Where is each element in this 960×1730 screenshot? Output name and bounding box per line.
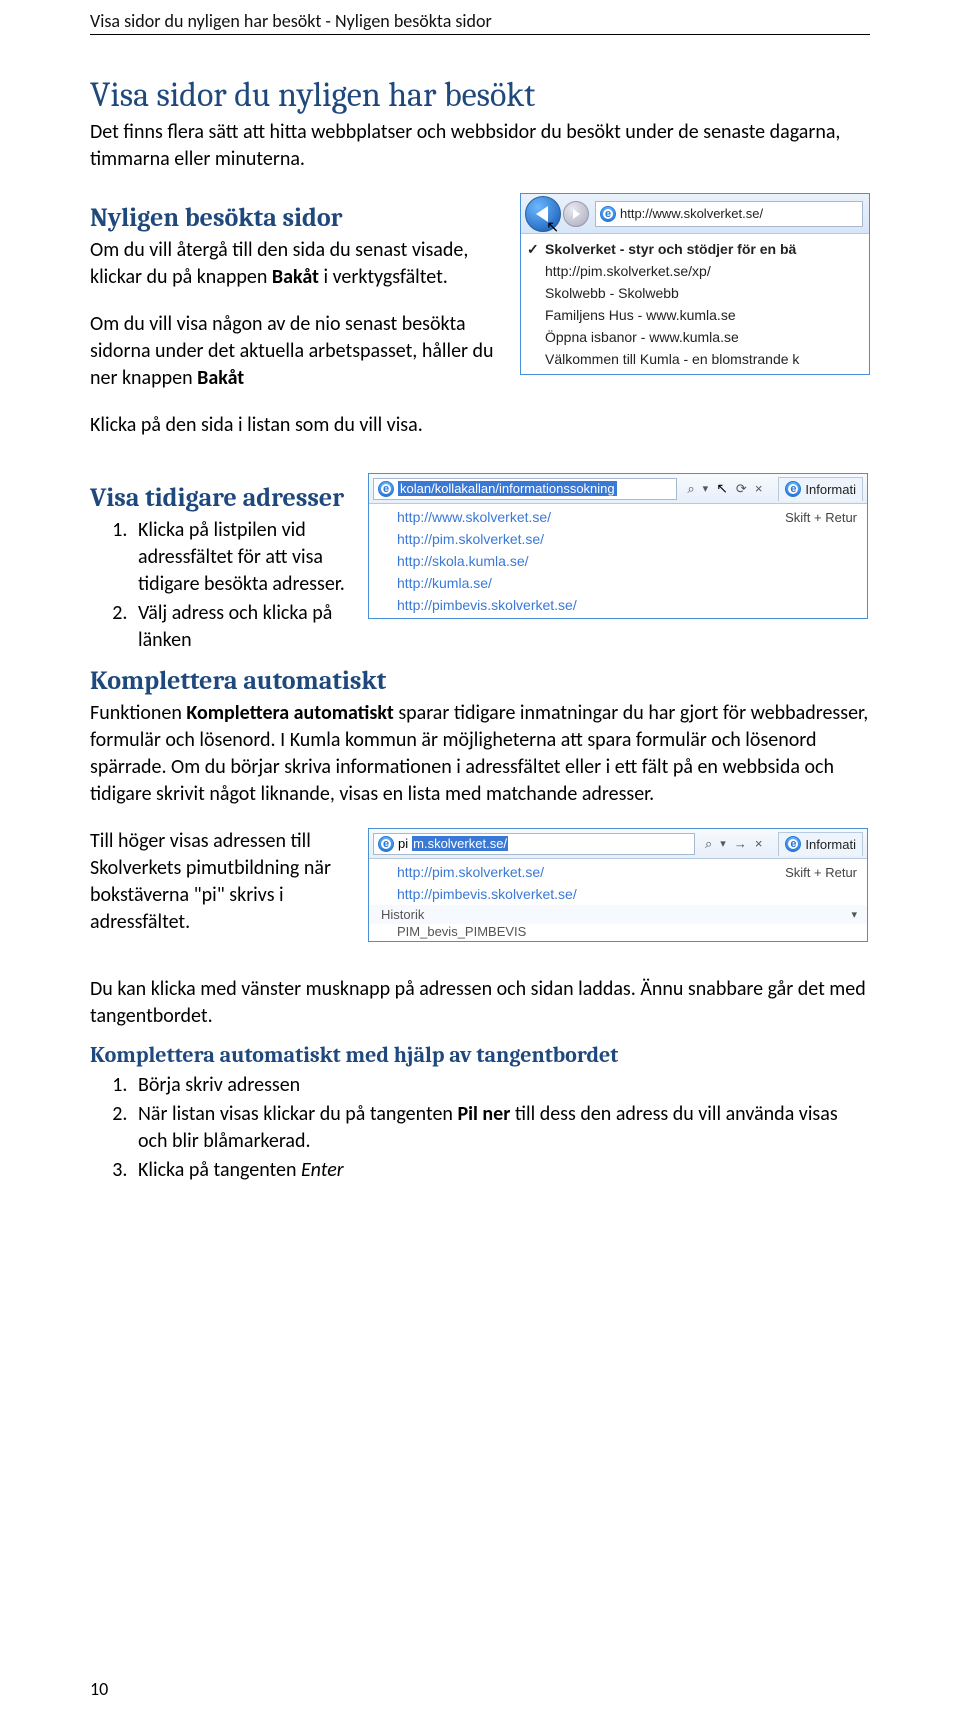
section-previous-addresses: Visa tidigare adresser [90,483,350,513]
forward-arrow-icon [573,209,580,219]
sec1-p2-bold: Bakåt [197,366,244,390]
sec1-p1c: i verktygsfältet. [319,265,448,289]
close-icon[interactable]: × [755,836,763,851]
history-small-row[interactable]: PIM_bevis_PIMBEVIS [369,924,867,939]
sec3-p1: Funktionen Komplettera automatiskt spara… [90,700,870,808]
back-history-dropdown: Skolverket - styr och stödjer för en bä … [521,234,869,374]
screenshot-address-dropdown: kolan/kollakallan/informationssokning ⌕ … [368,473,868,619]
ie-icon [600,206,616,222]
sec4-li3a: Klicka på tangenten [138,1158,301,1182]
page-header: Visa sidor du nyligen har besökt - Nylig… [90,0,870,34]
history-item[interactable]: Familjens Hus - www.kumla.se [521,304,869,326]
address-selected-text: kolan/kollakallan/informationssokning [398,481,617,496]
autocomplete-selected: m.skolverket.se/ [412,836,508,851]
suggestion-row[interactable]: http://pim.skolverket.se/Skift + Retur [369,861,867,883]
sec4-li3: Klicka på tangenten Enter [132,1157,870,1184]
suggestion-url: http://kumla.se/ [397,575,492,591]
suggestion-row[interactable]: http://kumla.se/ [369,572,867,594]
toolbar-icons: ⌕ ▾ → × [699,836,768,852]
typed-text: pi [398,836,408,851]
toolbar-icons: ⌕ ▾ ↖ ⟳ × [681,480,768,497]
suggestion-row[interactable]: http://www.skolverket.se/Skift + Retur [369,506,867,528]
suggestion-url: http://pim.skolverket.se/ [397,864,544,880]
sec1-p3: Klicka på den sida i listan som du vill … [90,412,870,439]
shot3-toolbar: pi m.skolverket.se/ ⌕ ▾ → × Informati [369,829,867,859]
ie-icon [785,481,801,497]
ie-icon [378,836,394,852]
history-label-text: Historik [381,907,424,922]
address-bar[interactable]: pi m.skolverket.se/ [373,833,695,855]
tab-label: Informati [805,482,856,497]
screenshot-autocomplete-pi: pi m.skolverket.se/ ⌕ ▾ → × Informati htt… [368,828,868,942]
history-item[interactable]: Skolwebb - Skolwebb [521,282,869,304]
screenshot-back-dropdown: ↖ http://www.skolverket.se/ Skolverket -… [520,193,870,375]
search-icon[interactable]: ⌕ [687,481,694,497]
suggestion-url: http://www.skolverket.se/ [397,509,551,525]
ie-icon [785,836,801,852]
sec4-p1: Du kan klicka med vänster musknapp på ad… [90,976,870,1030]
shot2-toolbar: kolan/kollakallan/informationssokning ⌕ … [369,474,867,504]
autocomplete-suggestions: http://pim.skolverket.se/Skift + Retur h… [369,859,867,941]
search-icon[interactable]: ⌕ [705,836,712,852]
shot1-toolbar: ↖ http://www.skolverket.se/ [521,194,869,234]
sec4-li1: Börja skriv adressen [132,1072,870,1099]
history-item[interactable]: Skolverket - styr och stödjer för en bä [521,238,869,260]
sec2-li2: Välj adress och klicka på länken [132,600,350,654]
cursor-icon: ↖ [716,480,728,497]
go-icon[interactable]: → [734,836,747,851]
history-item[interactable]: http://pim.skolverket.se/xp/ [521,260,869,282]
browser-tab[interactable]: Informati [778,477,863,501]
address-suggestions: http://www.skolverket.se/Skift + Retur h… [369,504,867,618]
sec3-p1a: Funktionen [90,701,186,725]
forward-button[interactable] [563,201,589,227]
ie-icon [378,481,394,497]
suggestion-hint: Skift + Retur [785,510,857,525]
sec1-p2a: Om du vill visa någon av de nio senast b… [90,312,494,390]
address-bar[interactable]: kolan/kollakallan/informationssokning [373,478,677,500]
refresh-icon[interactable]: ⟳ [736,481,747,497]
sec1-p2: Om du vill visa någon av de nio senast b… [90,311,502,392]
page-number: 10 [90,1678,108,1700]
suggestion-row[interactable]: http://pimbevis.skolverket.se/ [369,883,867,905]
suggestion-row[interactable]: http://pimbevis.skolverket.se/ [369,594,867,616]
sec3-p1-bold: Komplettera automatiskt [186,701,393,725]
section-autocomplete: Komplettera automatiskt [90,666,870,696]
suggestion-url: http://pim.skolverket.se/ [397,531,544,547]
chevron-down-icon[interactable]: ▾ [703,482,709,495]
header-divider [90,34,870,35]
address-url: http://www.skolverket.se/ [620,206,763,221]
sec4-list: Börja skriv adressen När listan visas kl… [132,1072,870,1184]
sec4-li2-bold: Pil ner [457,1102,510,1126]
section-recently-visited: Nyligen besökta sidor [90,203,502,233]
intro-text: Det finns flera sätt att hitta webbplats… [90,119,870,173]
suggestion-url: http://pimbevis.skolverket.se/ [397,597,577,613]
suggestion-url: http://pimbevis.skolverket.se/ [397,886,577,902]
chevron-down-icon[interactable]: ▾ [851,908,857,921]
tab-label: Informati [805,837,856,852]
address-bar[interactable]: http://www.skolverket.se/ [595,201,863,227]
chevron-down-icon[interactable]: ▾ [720,837,726,850]
suggestion-url: http://skola.kumla.se/ [397,553,529,569]
browser-tab[interactable]: Informati [778,832,863,856]
sec2-li1: Klicka på listpilen vid adressfältet för… [132,517,350,598]
sec4-li2a: När listan visas klickar du på tangenten [138,1102,457,1126]
back-button[interactable]: ↖ [525,196,561,232]
suggestion-row[interactable]: http://pim.skolverket.se/ [369,528,867,550]
section-autocomplete-keyboard: Komplettera automatiskt med hjälp av tan… [90,1042,870,1068]
history-item[interactable]: Öppna isbanor - www.kumla.se [521,326,869,348]
sec2-list: Klicka på listpilen vid adressfältet för… [132,517,350,654]
close-icon[interactable]: × [755,481,763,496]
sec1-p1-bold: Bakåt [272,265,319,289]
history-item[interactable]: Välkommen till Kumla - en blomstrande k [521,348,869,370]
history-section-label: Historik ▾ [369,905,867,924]
sec4-li3-italic: Enter [301,1158,344,1182]
sec4-li2: När listan visas klickar du på tangenten… [132,1101,870,1155]
sec3-p2: Till höger visas adressen till Skolverke… [90,828,350,936]
sec1-p1: Om du vill återgå till den sida du senas… [90,237,502,291]
cursor-icon: ↖ [546,217,559,237]
suggestion-hint: Skift + Retur [785,865,857,880]
suggestion-row[interactable]: http://skola.kumla.se/ [369,550,867,572]
doc-title: Visa sidor du nyligen har besökt [90,75,870,115]
